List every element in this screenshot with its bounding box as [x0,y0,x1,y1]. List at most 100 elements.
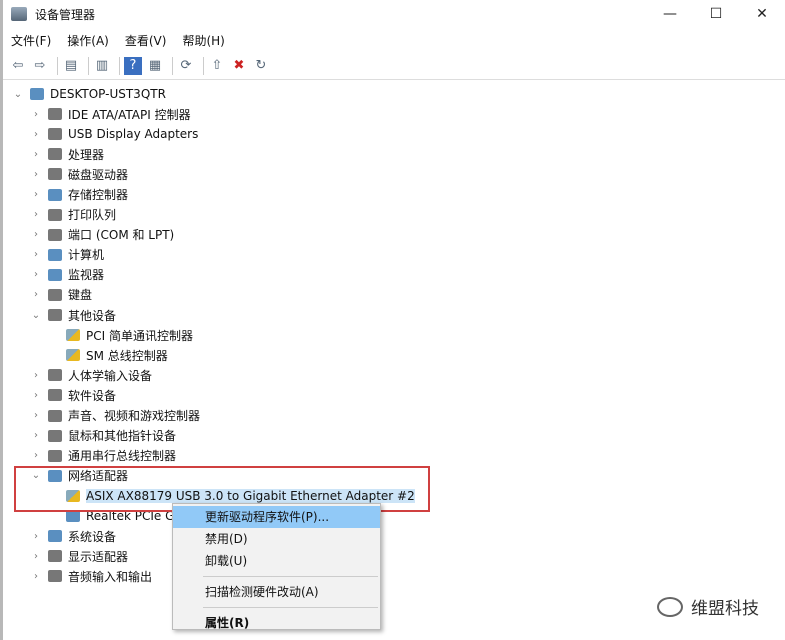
chevron-right-icon[interactable]: › [30,149,42,160]
tree-item[interactable]: › 人体学输入设备 [6,365,785,385]
tree-item[interactable]: › 音频输入和输出 [6,566,785,586]
display-adapter-icon [48,550,62,563]
tree-item-label: 软件设备 [68,388,117,403]
chevron-right-icon[interactable]: › [30,531,42,542]
properties-icon[interactable]: ▥ [93,57,111,75]
tree-item[interactable]: › 键盘 [6,285,785,305]
tree-item-label: 监视器 [68,268,105,283]
chevron-right-icon[interactable]: › [30,410,42,421]
update-driver-icon[interactable]: ⇧ [208,57,226,75]
system-devices-icon [48,530,62,543]
tree-item-label: 打印队列 [68,208,117,223]
storage-controller-icon [48,188,62,201]
chevron-right-icon[interactable]: › [30,229,42,240]
menu-help[interactable]: 帮助(H) [182,32,224,49]
menu-item-scan-hardware[interactable]: 扫描检测硬件改动(A) [173,581,380,603]
menu-item-disable[interactable]: 禁用(D) [173,528,380,550]
chevron-right-icon[interactable]: › [30,129,42,140]
toolbar-separator [119,56,120,75]
forward-icon[interactable]: ⇨ [31,57,49,75]
chevron-right-icon[interactable]: › [30,289,42,300]
tree-item[interactable]: › IDE ATA/ATAPI 控制器 [6,104,785,124]
tree-item[interactable]: › 磁盘驱动器 [6,164,785,184]
context-menu: 更新驱动程序软件(P)... 禁用(D) 卸载(U) 扫描检测硬件改动(A) 属… [172,503,381,630]
tree-item[interactable]: › USB Display Adapters [6,124,785,144]
chevron-down-icon[interactable]: ⌄ [12,89,24,100]
menu-file[interactable]: 文件(F) [11,32,51,49]
tree-item-label: IDE ATA/ATAPI 控制器 [68,107,191,122]
tree-item[interactable]: › 计算机 [6,245,785,265]
tree-item[interactable]: › 监视器 [6,265,785,285]
chevron-right-icon[interactable]: › [30,169,42,180]
chevron-right-icon[interactable]: › [30,450,42,461]
chevron-right-icon[interactable]: › [30,551,42,562]
tree-item-label: 声音、视频和游戏控制器 [68,409,201,424]
title-bar: 设备管理器 — ☐ ✕ [3,0,785,28]
tree-item[interactable]: PCI 简单通讯控制器 [6,325,785,345]
back-icon[interactable]: ⇦ [9,57,27,75]
tree-item[interactable]: › 鼠标和其他指针设备 [6,426,785,446]
toolbar-separator [57,56,58,75]
warning-device-icon [66,329,80,342]
menu-separator [203,576,378,577]
computer-icon [48,248,62,261]
menu-item-properties[interactable]: 属性(R) [173,612,380,634]
chevron-down-icon[interactable]: ⌄ [30,310,42,321]
menu-item-uninstall[interactable]: 卸载(U) [173,550,380,572]
keyboard-icon [48,288,62,301]
watermark: 维盟科技 [657,594,759,619]
tree-item-label: 处理器 [68,147,105,162]
chevron-right-icon[interactable]: › [30,390,42,401]
tree-item-label: 人体学输入设备 [68,368,153,383]
tree-item[interactable]: › 处理器 [6,144,785,164]
chevron-right-icon[interactable]: › [30,269,42,280]
uninstall-device-icon[interactable]: ✖ [230,57,248,75]
menu-separator [203,607,378,608]
tree-item[interactable]: › 声音、视频和游戏控制器 [6,406,785,426]
tree-item[interactable]: › 软件设备 [6,385,785,405]
action-pane-icon[interactable]: ▦ [146,57,164,75]
chevron-right-icon[interactable]: › [30,571,42,582]
ide-controller-icon [48,108,62,121]
tree-item[interactable]: › 显示适配器 [6,546,785,566]
tree-item[interactable]: ⌄ 其他设备 [6,305,785,325]
tree-item[interactable]: › 端口 (COM 和 LPT) [6,225,785,245]
toolbar-separator [172,56,173,75]
window-title: 设备管理器 [35,7,96,22]
chevron-right-icon[interactable]: › [30,109,42,120]
tree-item-label: 显示适配器 [68,549,129,564]
chevron-right-icon[interactable]: › [30,189,42,200]
menu-action[interactable]: 操作(A) [67,32,109,49]
menu-view[interactable]: 查看(V) [125,32,167,49]
chevron-right-icon[interactable]: › [30,209,42,220]
tree-item[interactable]: › 系统设备 [6,526,785,546]
close-button[interactable]: ✕ [739,0,785,28]
menu-item-update-driver[interactable]: 更新驱动程序软件(P)... [173,506,380,528]
usb-controller-icon [48,449,62,462]
tree-item[interactable]: › 通用串行总线控制器 [6,446,785,466]
warning-device-icon [66,349,80,362]
chevron-right-icon[interactable]: › [30,430,42,441]
chevron-right-icon[interactable]: › [30,370,42,381]
tree-item[interactable]: › 存储控制器 [6,184,785,204]
maximize-button[interactable]: ☐ [693,0,739,28]
tree-item[interactable]: › 打印队列 [6,205,785,225]
sound-icon [48,409,62,422]
other-devices-icon [48,309,62,322]
processor-icon [48,148,62,161]
enable-device-icon[interactable]: ↻ [252,57,270,75]
mouse-icon [48,429,62,442]
minimize-button[interactable]: — [647,0,693,28]
toolbar: ⇦ ⇨ ▤ ▥? ▦ ⟳ ⇧ ✖ ↻ [3,52,785,80]
tree-item-label: 计算机 [68,248,105,263]
help-icon[interactable]: ? [124,56,142,75]
tree-item[interactable]: SM 总线控制器 [6,345,785,365]
monitor-icon [48,268,62,281]
show-hide-console-tree-icon[interactable]: ▤ [62,57,80,75]
tree-item-label: 键盘 [68,288,93,303]
tree-item-label: 鼠标和其他指针设备 [68,429,177,444]
usb-icon [48,128,62,141]
tree-item[interactable]: ⌄ DESKTOP-UST3QTR [6,84,785,104]
scan-hardware-icon[interactable]: ⟳ [177,57,195,75]
chevron-right-icon[interactable]: › [30,249,42,260]
